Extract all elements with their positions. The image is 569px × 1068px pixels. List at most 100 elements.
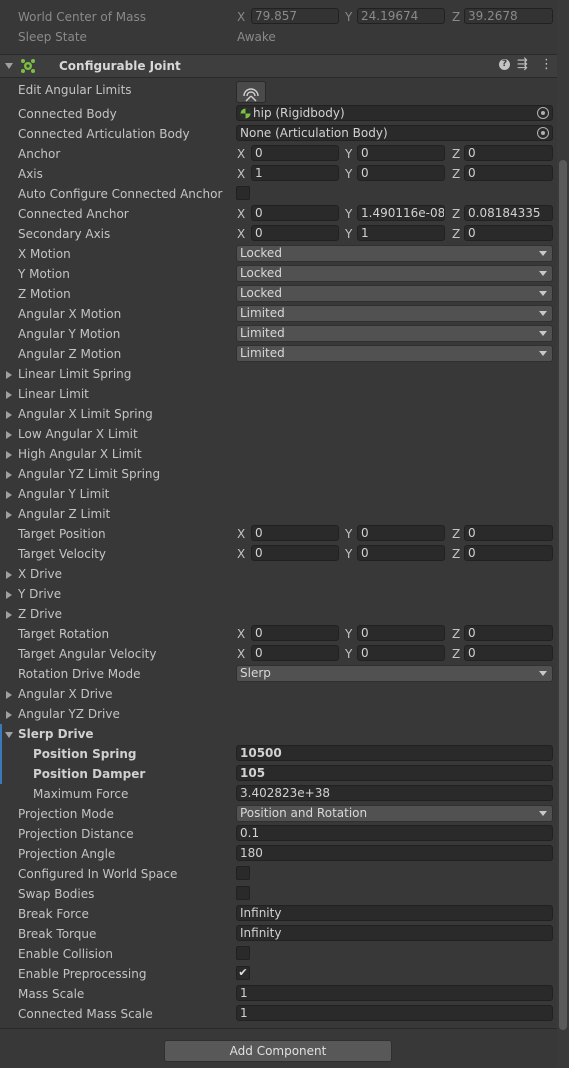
axis-x-label: X: [237, 10, 246, 24]
slerp-drive-foldout[interactable]: Slerp Drive: [0, 724, 557, 744]
more-icon[interactable]: ⋮: [540, 57, 553, 72]
swap-bodies-checkbox[interactable]: [236, 886, 250, 900]
foldout-arrow-icon[interactable]: [6, 691, 12, 699]
high-angular-x-limit-foldout[interactable]: High Angular X Limit: [0, 444, 557, 464]
foldout-arrow-icon[interactable]: [6, 411, 12, 419]
connected-body-value: hip (Rigidbody): [253, 106, 345, 120]
target-velocity-z-field[interactable]: 0: [464, 545, 553, 561]
connected-anchor-y-field[interactable]: 1.490116e-08: [357, 205, 445, 221]
break-force-label: Break Force: [18, 907, 89, 921]
configured-world-space-checkbox[interactable]: [236, 866, 250, 880]
angular-yz-limit-spring-foldout[interactable]: Angular YZ Limit Spring: [0, 464, 557, 484]
break-force-field[interactable]: Infinity: [236, 905, 553, 921]
connected-mass-scale-field[interactable]: 1: [236, 1005, 553, 1021]
foldout-arrow-icon[interactable]: [6, 571, 12, 579]
x-motion-dropdown[interactable]: Locked: [236, 245, 553, 262]
z-motion-dropdown[interactable]: Locked: [236, 285, 553, 302]
linear-limit-foldout[interactable]: Linear Limit: [0, 384, 557, 404]
help-icon[interactable]: ?: [499, 59, 510, 70]
foldout-arrow-icon[interactable]: [6, 431, 12, 439]
target-rotation-row: Target Rotation X 0 Y 0 Z 0: [0, 624, 557, 644]
connected-body-field[interactable]: hip (Rigidbody): [236, 105, 553, 121]
rotation-drive-mode-dropdown[interactable]: Slerp: [236, 665, 553, 682]
connected-anchor-z-field[interactable]: 0.08184335: [464, 205, 553, 221]
sleep-state-value: Awake: [237, 30, 276, 44]
linear-limit-spring-foldout[interactable]: Linear Limit Spring: [0, 364, 557, 384]
low-angular-x-limit-foldout[interactable]: Low Angular X Limit: [0, 424, 557, 444]
scrollbar-thumb[interactable]: [559, 160, 567, 1030]
configurable-joint-header[interactable]: Configurable Joint ? ⇶ ⋮: [0, 54, 557, 78]
axis-z-label: Z: [452, 627, 461, 641]
foldout-arrow-icon[interactable]: [6, 591, 12, 599]
edit-angular-limits-icon[interactable]: [236, 81, 266, 103]
scrollbar[interactable]: [557, 0, 569, 1068]
y-drive-foldout[interactable]: Y Drive: [0, 584, 557, 604]
secondary-axis-x-field[interactable]: 0: [251, 225, 339, 241]
y-motion-dropdown[interactable]: Locked: [236, 265, 553, 282]
break-torque-field[interactable]: Infinity: [236, 925, 553, 941]
target-position-z-field[interactable]: 0: [464, 525, 553, 541]
dropdown-arrow-icon: [539, 331, 547, 336]
angular-y-limit-foldout[interactable]: Angular Y Limit: [0, 484, 557, 504]
enable-collision-checkbox[interactable]: [236, 946, 250, 960]
enable-collision-row: Enable Collision: [0, 944, 557, 964]
z-drive-foldout[interactable]: Z Drive: [0, 604, 557, 624]
projection-mode-dropdown[interactable]: Position and Rotation: [236, 805, 553, 822]
connected-articulation-field[interactable]: None (Articulation Body): [236, 125, 553, 141]
secondary-axis-label: Secondary Axis: [18, 227, 111, 241]
target-angular-velocity-x-field[interactable]: 0: [251, 645, 339, 661]
axis-z-label: Z: [452, 547, 461, 561]
target-angular-velocity-y-field[interactable]: 0: [357, 645, 445, 661]
anchor-z-field[interactable]: 0: [464, 145, 553, 161]
angular-x-motion-dropdown[interactable]: Limited: [236, 305, 553, 322]
position-spring-field[interactable]: 10500: [236, 745, 553, 761]
foldout-arrow-icon[interactable]: [6, 491, 12, 499]
object-picker-icon[interactable]: [537, 127, 549, 139]
enable-preprocessing-checkbox[interactable]: ✔: [236, 966, 250, 980]
foldout-arrow-icon[interactable]: [5, 732, 13, 738]
maximum-force-field[interactable]: 3.402823e+38: [236, 785, 553, 801]
auto-configure-checkbox[interactable]: [236, 186, 250, 200]
foldout-arrow-icon[interactable]: [6, 471, 12, 479]
add-component-button[interactable]: Add Component: [164, 1040, 392, 1062]
target-rotation-y-field[interactable]: 0: [357, 625, 445, 641]
target-velocity-x-field[interactable]: 0: [251, 545, 339, 561]
x-drive-foldout[interactable]: X Drive: [0, 564, 557, 584]
anchor-x-field[interactable]: 0: [251, 145, 339, 161]
target-rotation-z-field[interactable]: 0: [464, 625, 553, 641]
angular-x-limit-spring-foldout[interactable]: Angular X Limit Spring: [0, 404, 557, 424]
position-damper-field[interactable]: 105: [236, 765, 553, 781]
projection-mode-value: Position and Rotation: [240, 806, 368, 820]
connected-articulation-value: None (Articulation Body): [240, 126, 388, 140]
secondary-axis-y-field[interactable]: 1: [357, 225, 445, 241]
foldout-arrow-icon[interactable]: [6, 511, 12, 519]
angular-yz-drive-foldout[interactable]: Angular YZ Drive: [0, 704, 557, 724]
projection-distance-field[interactable]: 0.1: [236, 825, 553, 841]
settings-icon[interactable]: ⇶: [517, 57, 528, 72]
axis-z-field[interactable]: 0: [464, 165, 553, 181]
anchor-y-field[interactable]: 0: [357, 145, 445, 161]
target-position-x-field[interactable]: 0: [251, 525, 339, 541]
angular-x-drive-foldout[interactable]: Angular X Drive: [0, 684, 557, 704]
angular-z-motion-dropdown[interactable]: Limited: [236, 345, 553, 362]
axis-x-field[interactable]: 1: [251, 165, 339, 181]
projection-angle-field[interactable]: 180: [236, 845, 553, 861]
foldout-arrow-icon[interactable]: [5, 63, 13, 69]
foldout-arrow-icon[interactable]: [6, 391, 12, 399]
section-divider: [0, 1028, 557, 1029]
angular-y-motion-dropdown[interactable]: Limited: [236, 325, 553, 342]
target-rotation-x-field[interactable]: 0: [251, 625, 339, 641]
angular-z-limit-foldout[interactable]: Angular Z Limit: [0, 504, 557, 524]
object-picker-icon[interactable]: [537, 107, 549, 119]
axis-y-field[interactable]: 0: [357, 165, 445, 181]
foldout-arrow-icon[interactable]: [6, 371, 12, 379]
target-velocity-y-field[interactable]: 0: [357, 545, 445, 561]
foldout-arrow-icon[interactable]: [6, 711, 12, 719]
secondary-axis-z-field[interactable]: 0: [464, 225, 553, 241]
mass-scale-field[interactable]: 1: [236, 985, 553, 1001]
target-angular-velocity-z-field[interactable]: 0: [464, 645, 553, 661]
foldout-arrow-icon[interactable]: [6, 611, 12, 619]
target-position-y-field[interactable]: 0: [357, 525, 445, 541]
foldout-arrow-icon[interactable]: [6, 451, 12, 459]
connected-anchor-x-field[interactable]: 0: [251, 205, 339, 221]
